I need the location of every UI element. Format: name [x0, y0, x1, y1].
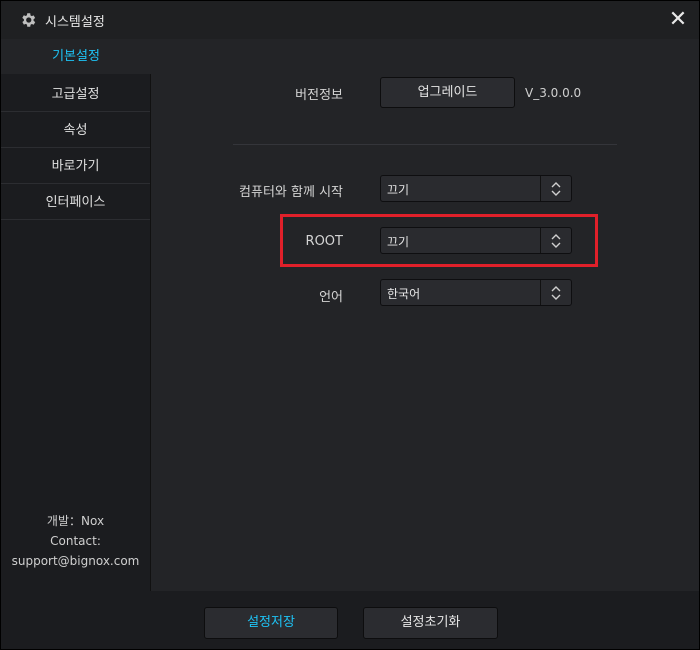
- settings-window: 시스템설정 ✕ 기본설정 고급설정 속성 바로가기 인터페이스 개발：Nox C…: [0, 0, 700, 650]
- select-divider: [540, 176, 541, 201]
- sidebar-item-basic-settings[interactable]: 기본설정: [1, 39, 151, 74]
- gear-icon: [22, 13, 36, 27]
- footer-bar: 설정저장 설정초기화: [1, 591, 699, 649]
- version-value: V_3.0.0.0: [525, 86, 582, 100]
- close-icon: ✕: [668, 7, 688, 32]
- developer-line: 개발：Nox: [46, 514, 105, 528]
- chevron-updown-icon: [551, 234, 561, 248]
- sidebar-item-interface[interactable]: 인터페이스: [1, 185, 150, 220]
- sidebar-item-shortcuts[interactable]: 바로가기: [1, 149, 150, 184]
- sidebar-item-advanced-settings[interactable]: 고급설정: [1, 77, 150, 112]
- upgrade-button[interactable]: 업그레이드: [380, 77, 515, 108]
- sidebar: 기본설정 고급설정 속성 바로가기 인터페이스 개발：Nox Contact: …: [1, 39, 151, 591]
- root-label: ROOT: [305, 234, 343, 249]
- contact-label: Contact:: [50, 534, 101, 548]
- language-label: 언어: [319, 290, 343, 305]
- language-select[interactable]: 한국어: [380, 279, 572, 306]
- window-title: 시스템설정: [45, 15, 105, 30]
- developer-info: 개발：Nox Contact: support@bignox.com: [1, 511, 150, 571]
- startup-select-value: 끄기: [387, 183, 410, 197]
- save-settings-button[interactable]: 설정저장: [204, 607, 338, 639]
- select-divider: [540, 280, 541, 305]
- contact-email: support@bignox.com: [11, 554, 140, 568]
- chevron-updown-icon: [551, 286, 561, 300]
- select-divider: [540, 228, 541, 253]
- startup-label: 컴퓨터와 함께 시작: [239, 185, 343, 200]
- language-select-value: 한국어: [387, 287, 421, 301]
- close-button[interactable]: ✕: [667, 9, 689, 31]
- title-bar: 시스템설정 ✕: [1, 1, 699, 39]
- section-divider: [233, 144, 617, 145]
- settings-panel: 버전정보 업그레이드 V_3.0.0.0 컴퓨터와 함께 시작 끄기 ROOT …: [151, 39, 699, 591]
- root-select[interactable]: 끄기: [380, 227, 572, 254]
- reset-settings-button[interactable]: 설정초기화: [363, 607, 498, 639]
- root-select-value: 끄기: [387, 235, 410, 249]
- version-label: 버전정보: [295, 88, 343, 103]
- startup-select[interactable]: 끄기: [380, 175, 572, 202]
- chevron-updown-icon: [551, 182, 561, 196]
- sidebar-item-properties[interactable]: 속성: [1, 113, 150, 148]
